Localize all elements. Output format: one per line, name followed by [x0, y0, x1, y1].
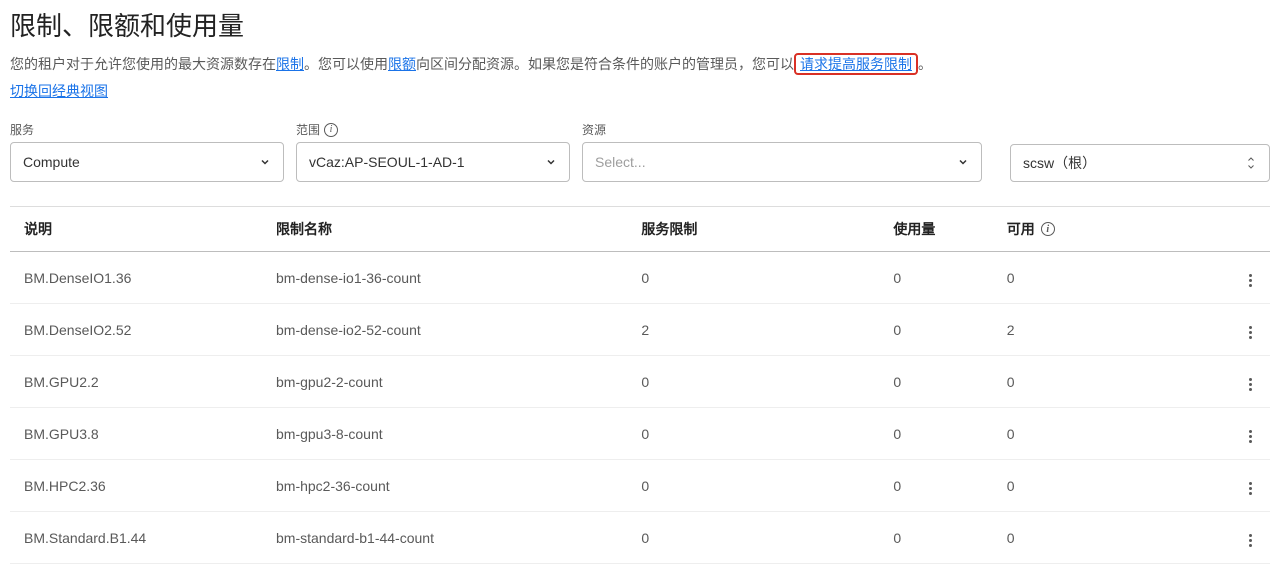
filter-resource-group: 资源 Select...: [582, 121, 982, 182]
th-limit-name: 限制名称: [262, 207, 627, 252]
table-row: BM.DenseIO2.52bm-dense-io2-52-count202: [10, 304, 1270, 356]
cell-service-limit: 0: [627, 356, 879, 408]
th-actions: [1220, 207, 1270, 252]
page-description: 您的租户对于允许您使用的最大资源数存在限制。您可以使用限额向区间分配资源。如果您…: [10, 53, 1270, 75]
compartment-selector[interactable]: scsw（根）: [1010, 144, 1270, 182]
compartment-value: scsw（根）: [1023, 153, 1096, 173]
quotas-link[interactable]: 限额: [388, 56, 416, 72]
switch-classic-link[interactable]: 切换回经典视图: [10, 81, 108, 101]
scope-dropdown[interactable]: vCaz:AP-SEOUL-1-AD-1: [296, 142, 570, 182]
cell-limit-name: bm-dense-io1-36-count: [262, 252, 627, 304]
th-available-text: 可用: [1007, 219, 1035, 239]
request-increase-link[interactable]: 请求提高服务限制: [800, 56, 912, 72]
chevron-down-icon: [957, 156, 969, 168]
chevron-down-icon: [545, 156, 557, 168]
cell-available: 0: [993, 460, 1220, 512]
cell-description: BM.HPC2.36: [10, 460, 262, 512]
cell-usage: 0: [879, 356, 992, 408]
row-actions-menu[interactable]: [1245, 530, 1256, 551]
row-actions-menu[interactable]: [1245, 374, 1256, 395]
filter-service-label: 服务: [10, 121, 284, 138]
resource-dropdown[interactable]: Select...: [582, 142, 982, 182]
cell-description: BM.GPU3.8: [10, 408, 262, 460]
scope-label-text: 范围: [296, 121, 320, 138]
cell-service-limit: 0: [627, 512, 879, 564]
chevron-down-icon: [259, 156, 271, 168]
filters-row: 服务 Compute 范围 i vCaz:AP-SEOUL-1-AD-1 资源 …: [10, 121, 1270, 182]
cell-usage: 0: [879, 512, 992, 564]
cell-available: 0: [993, 252, 1220, 304]
cell-actions: [1220, 356, 1270, 408]
row-actions-menu[interactable]: [1245, 270, 1256, 291]
row-actions-menu[interactable]: [1245, 322, 1256, 343]
cell-actions: [1220, 304, 1270, 356]
table-row: BM.DenseIO1.36bm-dense-io1-36-count000: [10, 252, 1270, 304]
page-title: 限制、限额和使用量: [10, 6, 1270, 43]
row-actions-menu[interactable]: [1245, 478, 1256, 499]
cell-service-limit: 2: [627, 304, 879, 356]
cell-available: 2: [993, 304, 1220, 356]
cell-description: BM.DenseIO2.52: [10, 304, 262, 356]
updown-icon: [1245, 155, 1257, 171]
cell-actions: [1220, 460, 1270, 512]
service-dropdown-value: Compute: [23, 154, 80, 170]
cell-limit-name: bm-dense-io2-52-count: [262, 304, 627, 356]
cell-usage: 0: [879, 252, 992, 304]
cell-usage: 0: [879, 408, 992, 460]
cell-actions: [1220, 512, 1270, 564]
cell-actions: [1220, 408, 1270, 460]
cell-limit-name: bm-gpu3-8-count: [262, 408, 627, 460]
cell-available: 0: [993, 512, 1220, 564]
table-row: BM.GPU3.8bm-gpu3-8-count000: [10, 408, 1270, 460]
request-increase-highlight: 请求提高服务限制: [794, 53, 918, 75]
cell-limit-name: bm-gpu2-2-count: [262, 356, 627, 408]
table-header-row: 说明 限制名称 服务限制 使用量 可用 i: [10, 207, 1270, 252]
info-icon[interactable]: i: [1041, 222, 1055, 236]
desc-text: 。您可以使用: [304, 56, 388, 72]
filter-resource-label: 资源: [582, 121, 982, 138]
cell-description: BM.GPU2.2: [10, 356, 262, 408]
desc-text: 。: [918, 56, 932, 72]
filter-service-group: 服务 Compute: [10, 121, 284, 182]
desc-text: 您的租户对于允许您使用的最大资源数存在: [10, 56, 276, 72]
service-dropdown[interactable]: Compute: [10, 142, 284, 182]
filter-scope-group: 范围 i vCaz:AP-SEOUL-1-AD-1: [296, 121, 570, 182]
info-icon[interactable]: i: [324, 123, 338, 137]
limits-table: 说明 限制名称 服务限制 使用量 可用 i BM.DenseIO1.36bm-d…: [10, 206, 1270, 564]
cell-available: 0: [993, 356, 1220, 408]
desc-text: 向区间分配资源。如果您是符合条件的账户的管理员，您可以: [416, 56, 794, 72]
limits-link[interactable]: 限制: [276, 56, 304, 72]
filter-scope-label: 范围 i: [296, 121, 570, 138]
table-row: BM.HPC2.36bm-hpc2-36-count000: [10, 460, 1270, 512]
cell-available: 0: [993, 408, 1220, 460]
row-actions-menu[interactable]: [1245, 426, 1256, 447]
cell-service-limit: 0: [627, 460, 879, 512]
cell-limit-name: bm-hpc2-36-count: [262, 460, 627, 512]
cell-limit-name: bm-standard-b1-44-count: [262, 512, 627, 564]
table-row: BM.Standard.B1.44bm-standard-b1-44-count…: [10, 512, 1270, 564]
cell-service-limit: 0: [627, 252, 879, 304]
table-row: BM.GPU2.2bm-gpu2-2-count000: [10, 356, 1270, 408]
th-service-limit: 服务限制: [627, 207, 879, 252]
resource-dropdown-placeholder: Select...: [595, 154, 646, 170]
scope-dropdown-value: vCaz:AP-SEOUL-1-AD-1: [309, 154, 465, 170]
th-usage: 使用量: [879, 207, 992, 252]
th-description: 说明: [10, 207, 262, 252]
cell-actions: [1220, 252, 1270, 304]
cell-usage: 0: [879, 304, 992, 356]
cell-service-limit: 0: [627, 408, 879, 460]
cell-description: BM.DenseIO1.36: [10, 252, 262, 304]
th-available: 可用 i: [993, 207, 1220, 252]
cell-usage: 0: [879, 460, 992, 512]
cell-description: BM.Standard.B1.44: [10, 512, 262, 564]
